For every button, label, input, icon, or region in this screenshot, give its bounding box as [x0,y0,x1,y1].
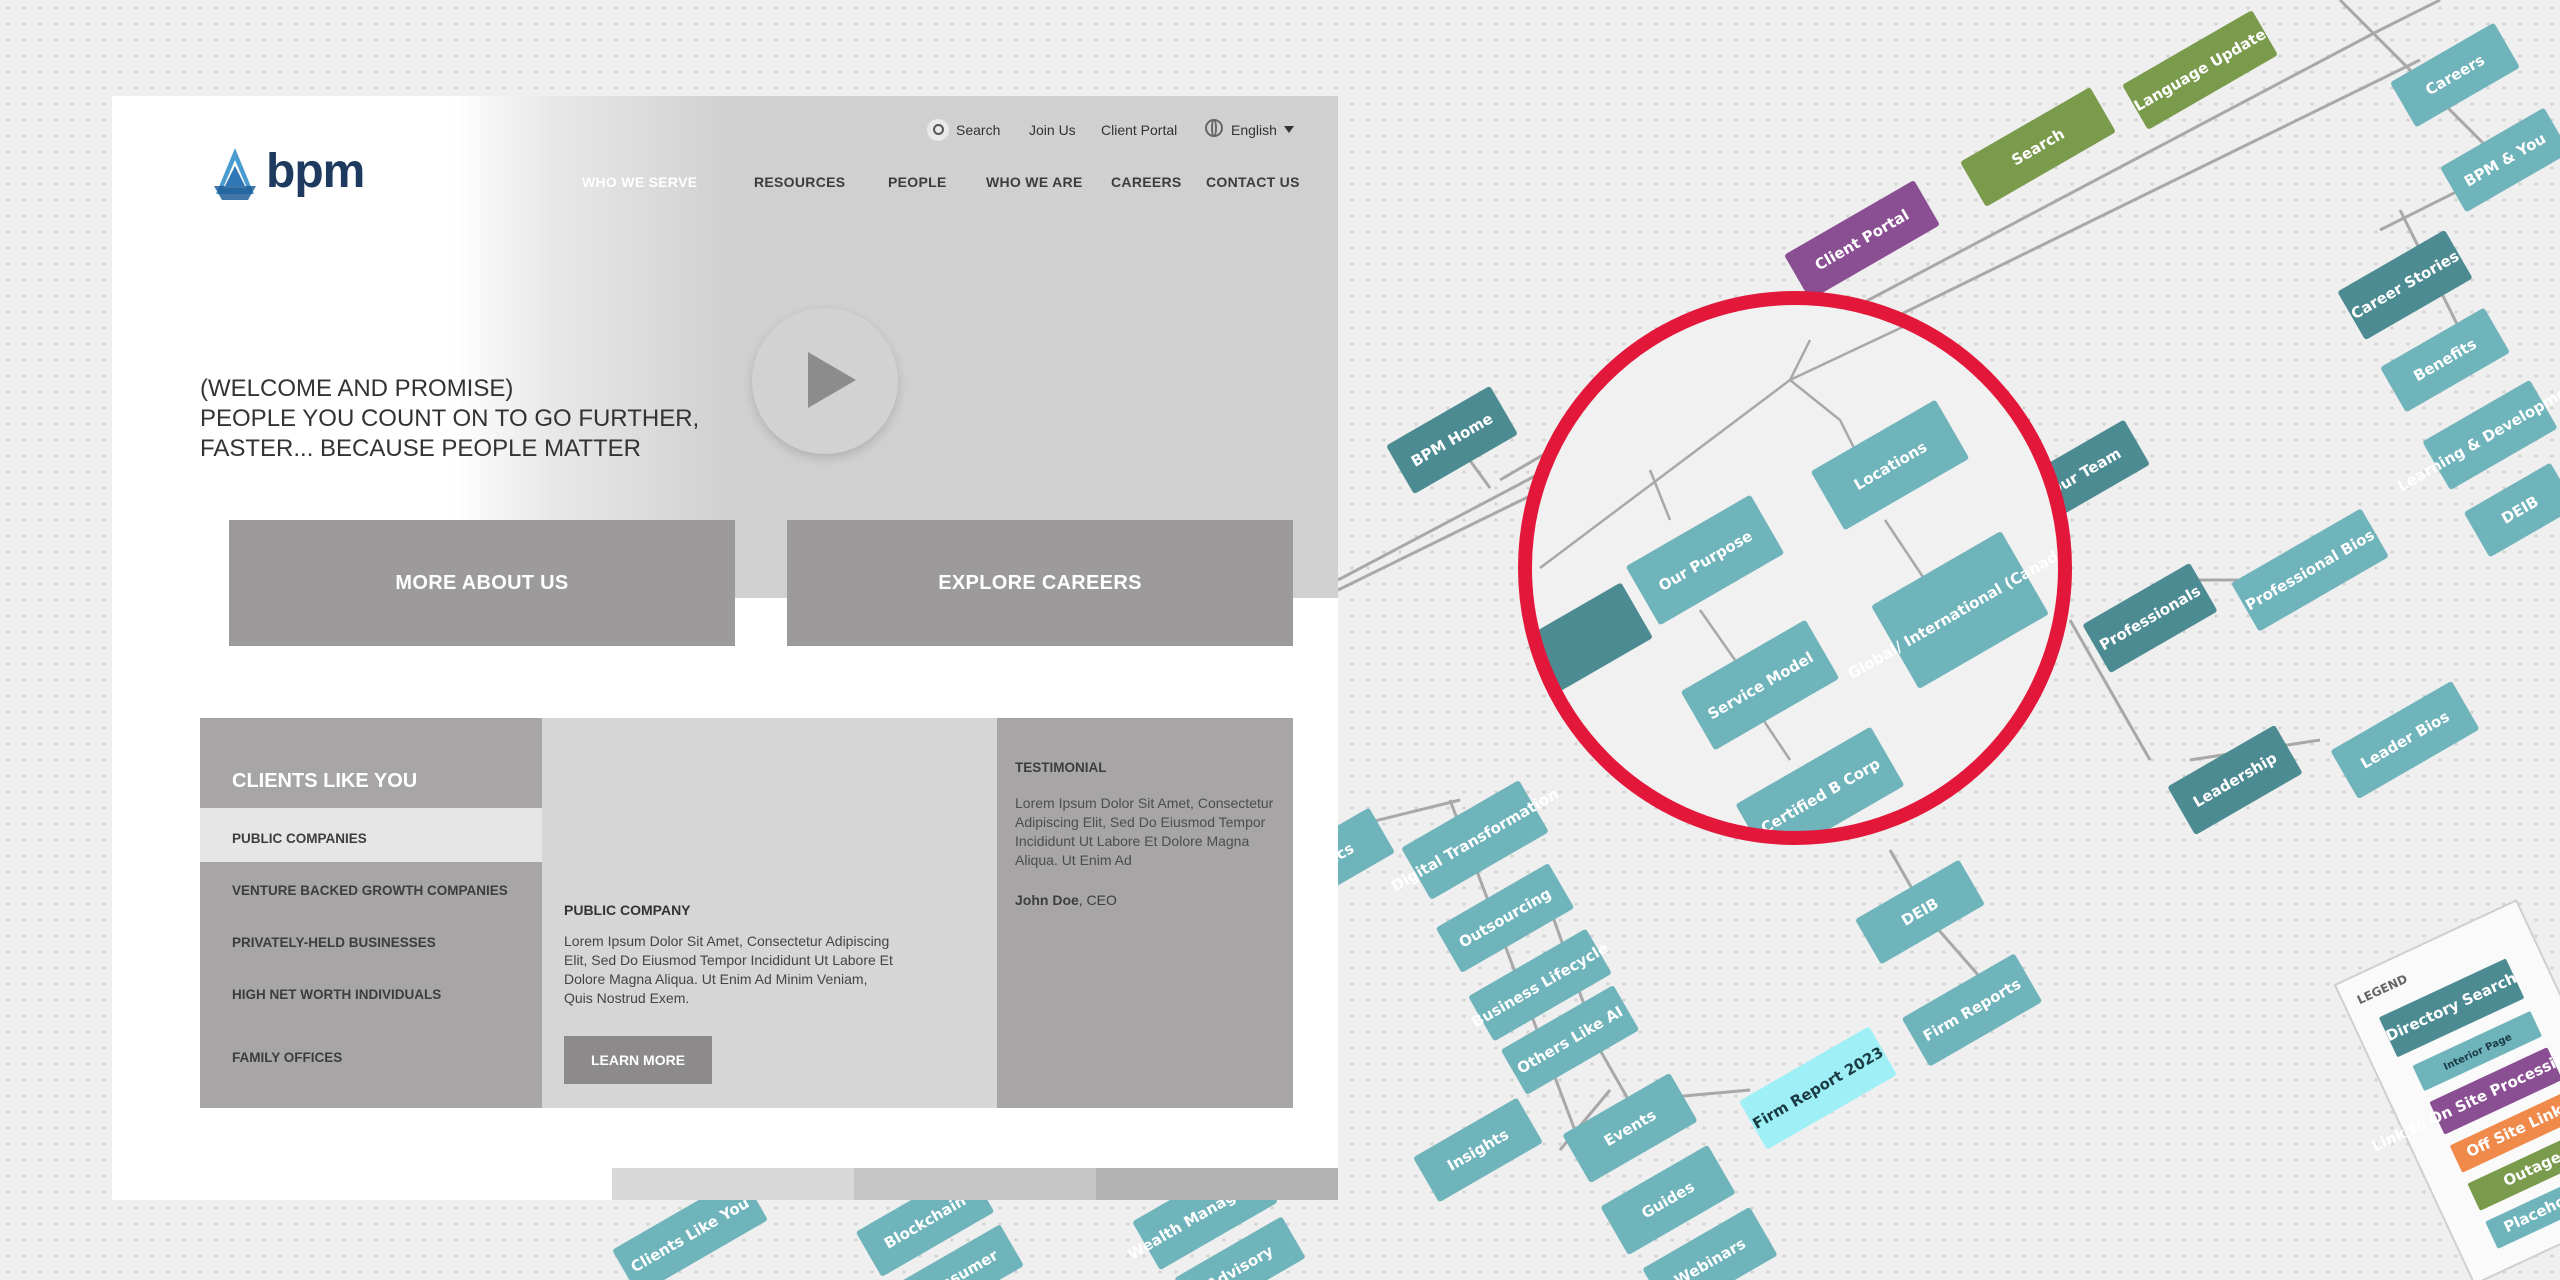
testimonial-title: TESTIMONIAL [1015,760,1107,775]
testimonial-panel: TESTIMONIAL Lorem Ipsum Dolor Sit Amet, … [997,718,1293,1108]
more-about-us-button[interactable]: MORE ABOUT US [229,520,735,646]
clients-detail: PUBLIC COMPANY Lorem Ipsum Dolor Sit Ame… [542,718,997,1108]
node-language-update[interactable]: Language Update [2122,10,2278,130]
search-icon[interactable] [927,119,949,141]
testimonial-author-role: , CEO [1078,892,1117,908]
node-careers[interactable]: Careers [2390,22,2520,127]
clients-menu: CLIENTS LIKE YOU PUBLIC COMPANIES VENTUR… [200,718,542,1108]
hero-line-3: FASTER... BECAUSE PEOPLE MATTER [200,435,641,462]
brand-logo[interactable]: bpm [210,145,380,206]
hero-line-1: (WELCOME AND PROMISE) [200,375,514,402]
node-firm-report-2023[interactable]: Firm Report 2023 [1739,1026,1897,1149]
clients-title: CLIENTS LIKE YOU [232,770,418,792]
hero-tagline: (WELCOME AND PROMISE) PEOPLE YOU COUNT O… [200,374,699,464]
language-select[interactable]: English [1231,122,1277,138]
node-bpm-you[interactable]: BPM & You [2440,107,2560,212]
node-search[interactable]: Search [1960,87,2116,207]
nav-resources[interactable]: RESOURCES [754,174,845,190]
clients-detail-body: Lorem Ipsum Dolor Sit Amet, Consectetur … [564,933,893,1006]
globe-icon[interactable] [1205,119,1223,137]
nav-people[interactable]: PEOPLE [888,174,947,190]
node-bpm-home[interactable]: BPM Home [1386,386,1518,494]
node-benefits[interactable]: Benefits [2380,307,2510,412]
website-wireframe: bpm Search Join Us Client Portal English… [112,96,1338,1200]
hero-line-2: PEOPLE YOU COUNT ON TO GO FURTHER, [200,405,700,432]
nav-careers[interactable]: CAREERS [1111,174,1182,190]
utility-search-link[interactable]: Search [956,122,1000,138]
bottom-strip-2 [854,1168,1096,1200]
zoom-magnifier: Our Purpose Locations Service Model Glob… [1518,291,2072,845]
bpm-logo-icon [214,148,256,200]
chevron-down-icon[interactable] [1284,126,1294,133]
bottom-strip-1 [612,1168,854,1200]
testimonial-author-name: John Doe [1015,892,1079,908]
explore-careers-button[interactable]: EXPLORE CAREERS [787,520,1293,646]
node-insights[interactable]: Insights [1413,1097,1543,1202]
testimonial-body: Lorem Ipsum Dolor Sit Amet, Consectetur … [1015,795,1274,868]
nav-who-we-serve[interactable]: WHO WE SERVE [582,174,697,190]
utility-client-portal-link[interactable]: Client Portal [1101,122,1177,138]
clients-item-private[interactable]: PRIVATELY-HELD BUSINESSES [232,935,436,950]
nav-contact-us[interactable]: CONTACT US [1206,174,1300,190]
node-professional-bios[interactable]: Professional Bios [2231,508,2389,631]
node-leader-bios[interactable]: Leader Bios [2330,681,2479,799]
clients-detail-title: PUBLIC COMPANY [564,902,691,918]
clients-item-hnw[interactable]: HIGH NET WORTH INDIVIDUALS [232,987,441,1002]
brand-name: bpm [266,145,365,198]
legend: LEGEND Directory Search Interior Page Li… [2333,899,2560,1280]
learn-more-button[interactable]: LEARN MORE [564,1036,712,1084]
bottom-strip-3 [1096,1168,1338,1200]
node-leadership[interactable]: Leadership [2167,725,2302,835]
node-deib-top[interactable]: DEIB [2464,462,2560,557]
node-deib[interactable]: DEIB [1855,859,1985,964]
clients-item-venture[interactable]: VENTURE BACKED GROWTH COMPANIES [232,883,508,898]
clients-item-family[interactable]: FAMILY OFFICES [232,1050,342,1065]
clients-item-public[interactable]: PUBLIC COMPANIES [232,831,367,846]
node-professionals[interactable]: Professionals [2082,563,2217,673]
node-career-stories[interactable]: Career Stories [2337,230,2472,340]
play-icon[interactable] [752,308,898,454]
nav-who-we-are[interactable]: WHO WE ARE [986,174,1083,190]
utility-join-link[interactable]: Join Us [1029,122,1076,138]
testimonial-author: John Doe, CEO [1015,892,1117,908]
node-client-portal[interactable]: Client Portal [1784,180,1940,300]
